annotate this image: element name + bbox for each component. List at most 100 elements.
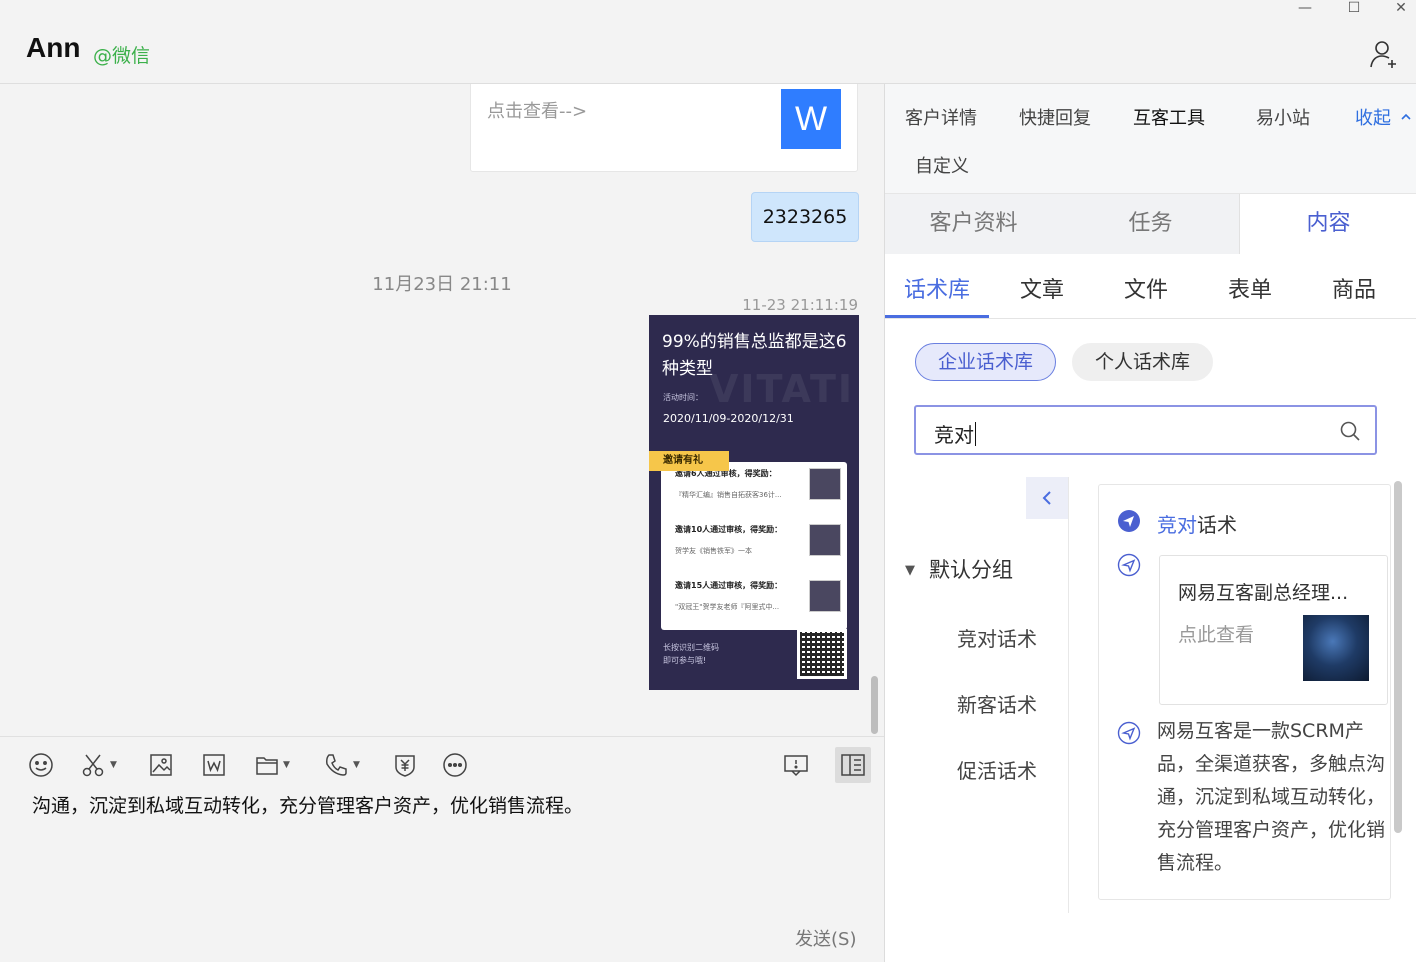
poster-reward-row: 邀请15人通过审核，得奖励： "双冠王"贺学友老师『阿里式中... <box>675 578 841 630</box>
segment-content[interactable]: 内容 <box>1239 194 1416 254</box>
poster-reward-title: 邀请10人通过审核，得奖励： <box>675 525 783 534</box>
maximize-button[interactable]: ☐ <box>1342 0 1366 18</box>
phone-icon[interactable]: ▼ <box>323 751 360 779</box>
chevron-down-icon[interactable]: ▼ <box>110 760 117 770</box>
poster-date-range: 2020/11/09-2020/12/31 <box>663 412 794 425</box>
text-message-bubble[interactable]: 2323265 <box>751 192 859 242</box>
subtab-articles[interactable]: 文章 <box>1020 272 1064 304</box>
panel-top-tabs: 客户详情 快捷回复 互客工具 易小站 收起 自定义 <box>885 84 1416 194</box>
search-value: 竞对 <box>934 423 974 447</box>
contact-source: @微信 <box>93 45 151 67</box>
chat-scrollbar[interactable] <box>871 676 878 734</box>
reward-thumbnail <box>809 468 841 500</box>
result-card-title: 网易互客副总经理... <box>1178 582 1349 604</box>
poster-footer: 长按识别二维码 即可参与哦! <box>663 641 719 667</box>
title-bar: — ☐ ✕ Ann @微信 <box>0 0 1416 84</box>
folder-icon[interactable]: ▼ <box>255 751 290 779</box>
send-icon[interactable] <box>1117 553 1141 577</box>
tab-huke-tools[interactable]: 互客工具 <box>1133 104 1205 130</box>
send-icon[interactable] <box>1117 721 1141 745</box>
chat-history-icon[interactable] <box>783 751 809 779</box>
emoji-icon[interactable] <box>28 751 54 779</box>
caret-down-icon[interactable]: ▼ <box>905 563 915 578</box>
result-title-highlight: 竞对 <box>1157 513 1197 537</box>
poster-reward-row: 邀请6人通过审核，得奖励： 『精华汇编』销售自拓获客36计... <box>675 466 841 518</box>
script-search-input[interactable]: 竞对 <box>914 405 1377 455</box>
script-results: 竞对话术 网易互客副总经理... 点此查看 网易互客是一款SCRM产品，全渠道获… <box>1098 484 1391 900</box>
segment-customer-profile[interactable]: 客户资料 <box>885 194 1062 254</box>
result-title-rest: 话术 <box>1197 513 1237 537</box>
group-item[interactable]: 竞对话术 <box>957 623 1037 652</box>
poster-footer-line: 长按识别二维码 <box>663 643 719 652</box>
group-item[interactable]: 新客话术 <box>957 689 1037 718</box>
date-divider: 11月23日 21:11 <box>372 274 512 295</box>
chevron-left-icon <box>1042 491 1051 505</box>
active-tab-indicator <box>885 315 989 318</box>
message-input[interactable]: 沟通，沉淀到私域互动转化，充分管理客户资产，优化销售流程。 <box>32 791 583 818</box>
link-card-text: 点击查看--> <box>487 101 588 122</box>
sidebar-toggle-icon[interactable] <box>835 747 871 783</box>
tab-custom[interactable]: 自定义 <box>915 152 969 178</box>
poster-image-message[interactable]: VITATI 99%的销售总监都是这6种类型 活动时间： 2020/11/09-… <box>649 315 859 690</box>
speaker-photo <box>1303 615 1369 681</box>
poster-reward-title: 邀请15人通过审核，得奖励： <box>675 581 783 590</box>
tab-yi-station[interactable]: 易小站 <box>1256 104 1310 130</box>
result-title[interactable]: 竞对话术 <box>1157 509 1237 538</box>
reward-thumbnail <box>809 580 841 612</box>
chevron-down-icon[interactable]: ▼ <box>283 760 290 770</box>
minimize-button[interactable]: — <box>1293 0 1317 18</box>
group-default[interactable]: ▼ 默认分组 <box>905 554 1013 584</box>
contact-name: Ann <box>26 32 81 63</box>
content-sub-tabs: 话术库 文章 文件 表单 商品 <box>885 254 1416 319</box>
poster-tag: 邀请有礼 <box>649 451 729 471</box>
results-scrollbar[interactable] <box>1394 481 1402 833</box>
group-item[interactable]: 促活话术 <box>957 755 1037 784</box>
collapse-label: 收起 <box>1355 108 1391 129</box>
search-icon[interactable] <box>1339 420 1361 446</box>
customer-side-panel: 客户详情 快捷回复 互客工具 易小站 收起 自定义 客户资料 任务 内容 话术库… <box>884 84 1416 962</box>
group-default-label: 默认分组 <box>929 558 1013 582</box>
send-button[interactable]: 发送(S) <box>795 925 856 951</box>
poster-reward-sub: 贺学友《销售铁军》一本 <box>675 547 752 555</box>
tab-quick-reply[interactable]: 快捷回复 <box>1019 104 1091 130</box>
enterprise-library-pill[interactable]: 企业话术库 <box>915 343 1057 381</box>
message-timestamp: 11-23 21:11:19 <box>742 296 858 314</box>
poster-time-label: 活动时间： <box>663 393 703 402</box>
poster-reward-sub: 『精华汇编』销售自拓获客36计... <box>675 491 782 499</box>
word-doc-icon: W <box>781 89 841 149</box>
word-file-icon[interactable] <box>202 751 226 779</box>
chat-message-area[interactable]: 点击查看--> W 2323265 11月23日 21:11 11-23 21:… <box>0 84 884 736</box>
chevron-down-icon[interactable]: ▼ <box>353 760 360 770</box>
subtab-files[interactable]: 文件 <box>1124 272 1168 304</box>
send-filled-icon[interactable] <box>1117 509 1141 533</box>
personal-library-pill[interactable]: 个人话术库 <box>1072 343 1214 381</box>
panel-segment-tabs: 客户资料 任务 内容 <box>885 194 1416 254</box>
collapse-groups-button[interactable] <box>1026 477 1068 519</box>
tab-customer-detail[interactable]: 客户详情 <box>905 104 977 130</box>
collapse-button[interactable]: 收起 <box>1355 104 1412 130</box>
screenshot-icon[interactable]: ▼ <box>80 751 117 779</box>
group-divider <box>1068 477 1069 913</box>
reward-thumbnail <box>809 524 841 556</box>
poster-reward-box: 邀请6人通过审核，得奖励： 『精华汇编』销售自拓获客36计... 邀请10人通过… <box>661 462 847 630</box>
payment-icon[interactable] <box>392 751 418 779</box>
poster-title: 99%的销售总监都是这6种类型 <box>662 332 847 379</box>
subtab-forms[interactable]: 表单 <box>1228 272 1272 304</box>
poster-reward-row: 邀请10人通过审核，得奖励： 贺学友《销售铁军》一本 <box>675 522 841 574</box>
add-user-icon[interactable] <box>1368 38 1400 70</box>
poster-reward-sub: "双冠王"贺学友老师『阿里式中... <box>675 603 780 611</box>
result-link-card[interactable]: 网易互客副总经理... 点此查看 <box>1159 555 1388 705</box>
chevron-up-icon <box>1401 113 1411 120</box>
result-script-text[interactable]: 网易互客是一款SCRM产品，全渠道获客，多触点沟通，沉淀到私域互动转化，充分管理… <box>1157 715 1389 880</box>
close-button[interactable]: ✕ <box>1389 0 1413 18</box>
result-card-link[interactable]: 点此查看 <box>1178 620 1254 647</box>
image-icon[interactable] <box>149 751 173 779</box>
message-composer[interactable]: ▼ ▼ ▼ 沟通，沉淀到私域互动转化，充分管理客户资产，优化销售流程。 发送(S… <box>0 736 884 962</box>
subtab-products[interactable]: 商品 <box>1332 272 1376 304</box>
more-icon[interactable] <box>442 751 468 779</box>
poster-footer-line: 即可参与哦! <box>663 656 707 665</box>
segment-tasks[interactable]: 任务 <box>1062 194 1239 254</box>
link-card-message[interactable]: 点击查看--> W <box>470 84 858 172</box>
subtab-script-library[interactable]: 话术库 <box>904 272 970 304</box>
qr-code-icon <box>797 629 847 679</box>
